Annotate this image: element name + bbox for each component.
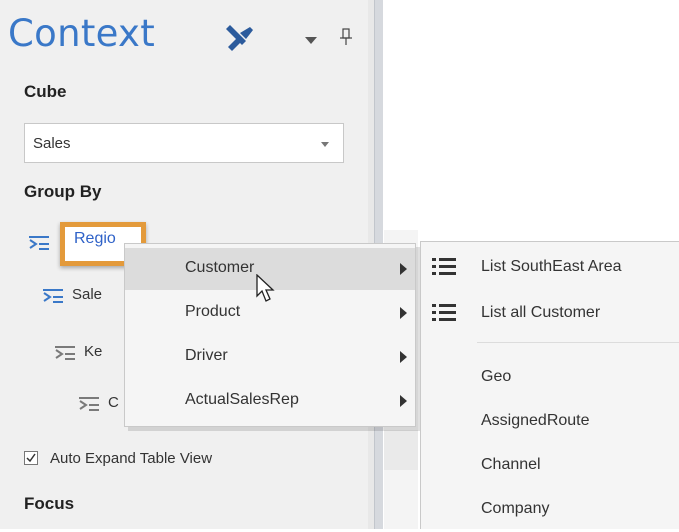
submenu-arrow-icon <box>400 351 407 363</box>
group-hierarchy-icon <box>79 397 99 411</box>
tools-icon[interactable] <box>220 25 256 55</box>
submenu-item-channel[interactable]: Channel <box>421 444 679 488</box>
submenu-item-label: AssignedRoute <box>481 412 590 429</box>
list-icon <box>432 258 456 275</box>
checkmark-icon <box>26 453 36 463</box>
group-hierarchy-icon <box>55 346 75 360</box>
cube-select[interactable]: Sales <box>24 123 344 163</box>
auto-expand-checkbox[interactable] <box>24 451 38 465</box>
submenu-item-label: List all Customer <box>481 304 601 321</box>
submenu-arrow-icon <box>400 395 407 407</box>
group-item-label: Sale <box>72 286 103 303</box>
panel-menu-chevron-down-icon[interactable] <box>305 37 317 44</box>
submenu-item-company[interactable]: Company <box>421 488 679 532</box>
menu-item-label: ActualSalesRep <box>185 391 299 408</box>
submenu-arrow-icon <box>400 307 407 319</box>
menu-item-actualsalesrep[interactable]: ActualSalesRep <box>125 380 415 422</box>
group-item-label: Ke <box>84 343 103 360</box>
submenu-separator <box>477 342 679 343</box>
submenu-item-list-southeast-area[interactable]: List SouthEast Area <box>421 246 679 290</box>
submenu-arrow-icon <box>400 263 407 275</box>
cube-label: Cube <box>24 82 67 101</box>
submenu-item-label: List SouthEast Area <box>481 258 622 275</box>
customer-submenu: List SouthEast Area List all Customer Ge… <box>420 241 679 529</box>
pin-icon[interactable] <box>339 28 353 46</box>
table-view-row <box>384 430 418 470</box>
mouse-cursor-icon <box>256 274 275 302</box>
submenu-item-list-all-customer[interactable]: List all Customer <box>421 292 679 336</box>
menu-item-label: Customer <box>185 259 255 276</box>
list-icon <box>432 304 456 321</box>
panel-title: Context <box>8 12 156 55</box>
group-by-label: Group By <box>24 182 102 201</box>
chevron-down-icon <box>321 142 329 147</box>
group-item-label: C <box>108 394 119 411</box>
cube-select-value: Sales <box>33 135 71 152</box>
submenu-item-label: Channel <box>481 456 541 473</box>
menu-item-driver[interactable]: Driver <box>125 336 415 378</box>
group-hierarchy-icon <box>43 289 63 303</box>
submenu-item-assignedroute[interactable]: AssignedRoute <box>421 400 679 444</box>
submenu-item-label: Company <box>481 500 550 517</box>
focus-label: Focus <box>24 494 75 513</box>
submenu-item-geo[interactable]: Geo <box>421 356 679 400</box>
menu-item-label: Driver <box>185 347 228 364</box>
group-hierarchy-icon <box>29 236 49 250</box>
submenu-item-label: Geo <box>481 368 512 385</box>
menu-item-label: Product <box>185 303 241 320</box>
auto-expand-label: Auto Expand Table View <box>50 450 213 467</box>
context-menu: Customer Product Driver ActualSalesRep <box>124 243 416 427</box>
